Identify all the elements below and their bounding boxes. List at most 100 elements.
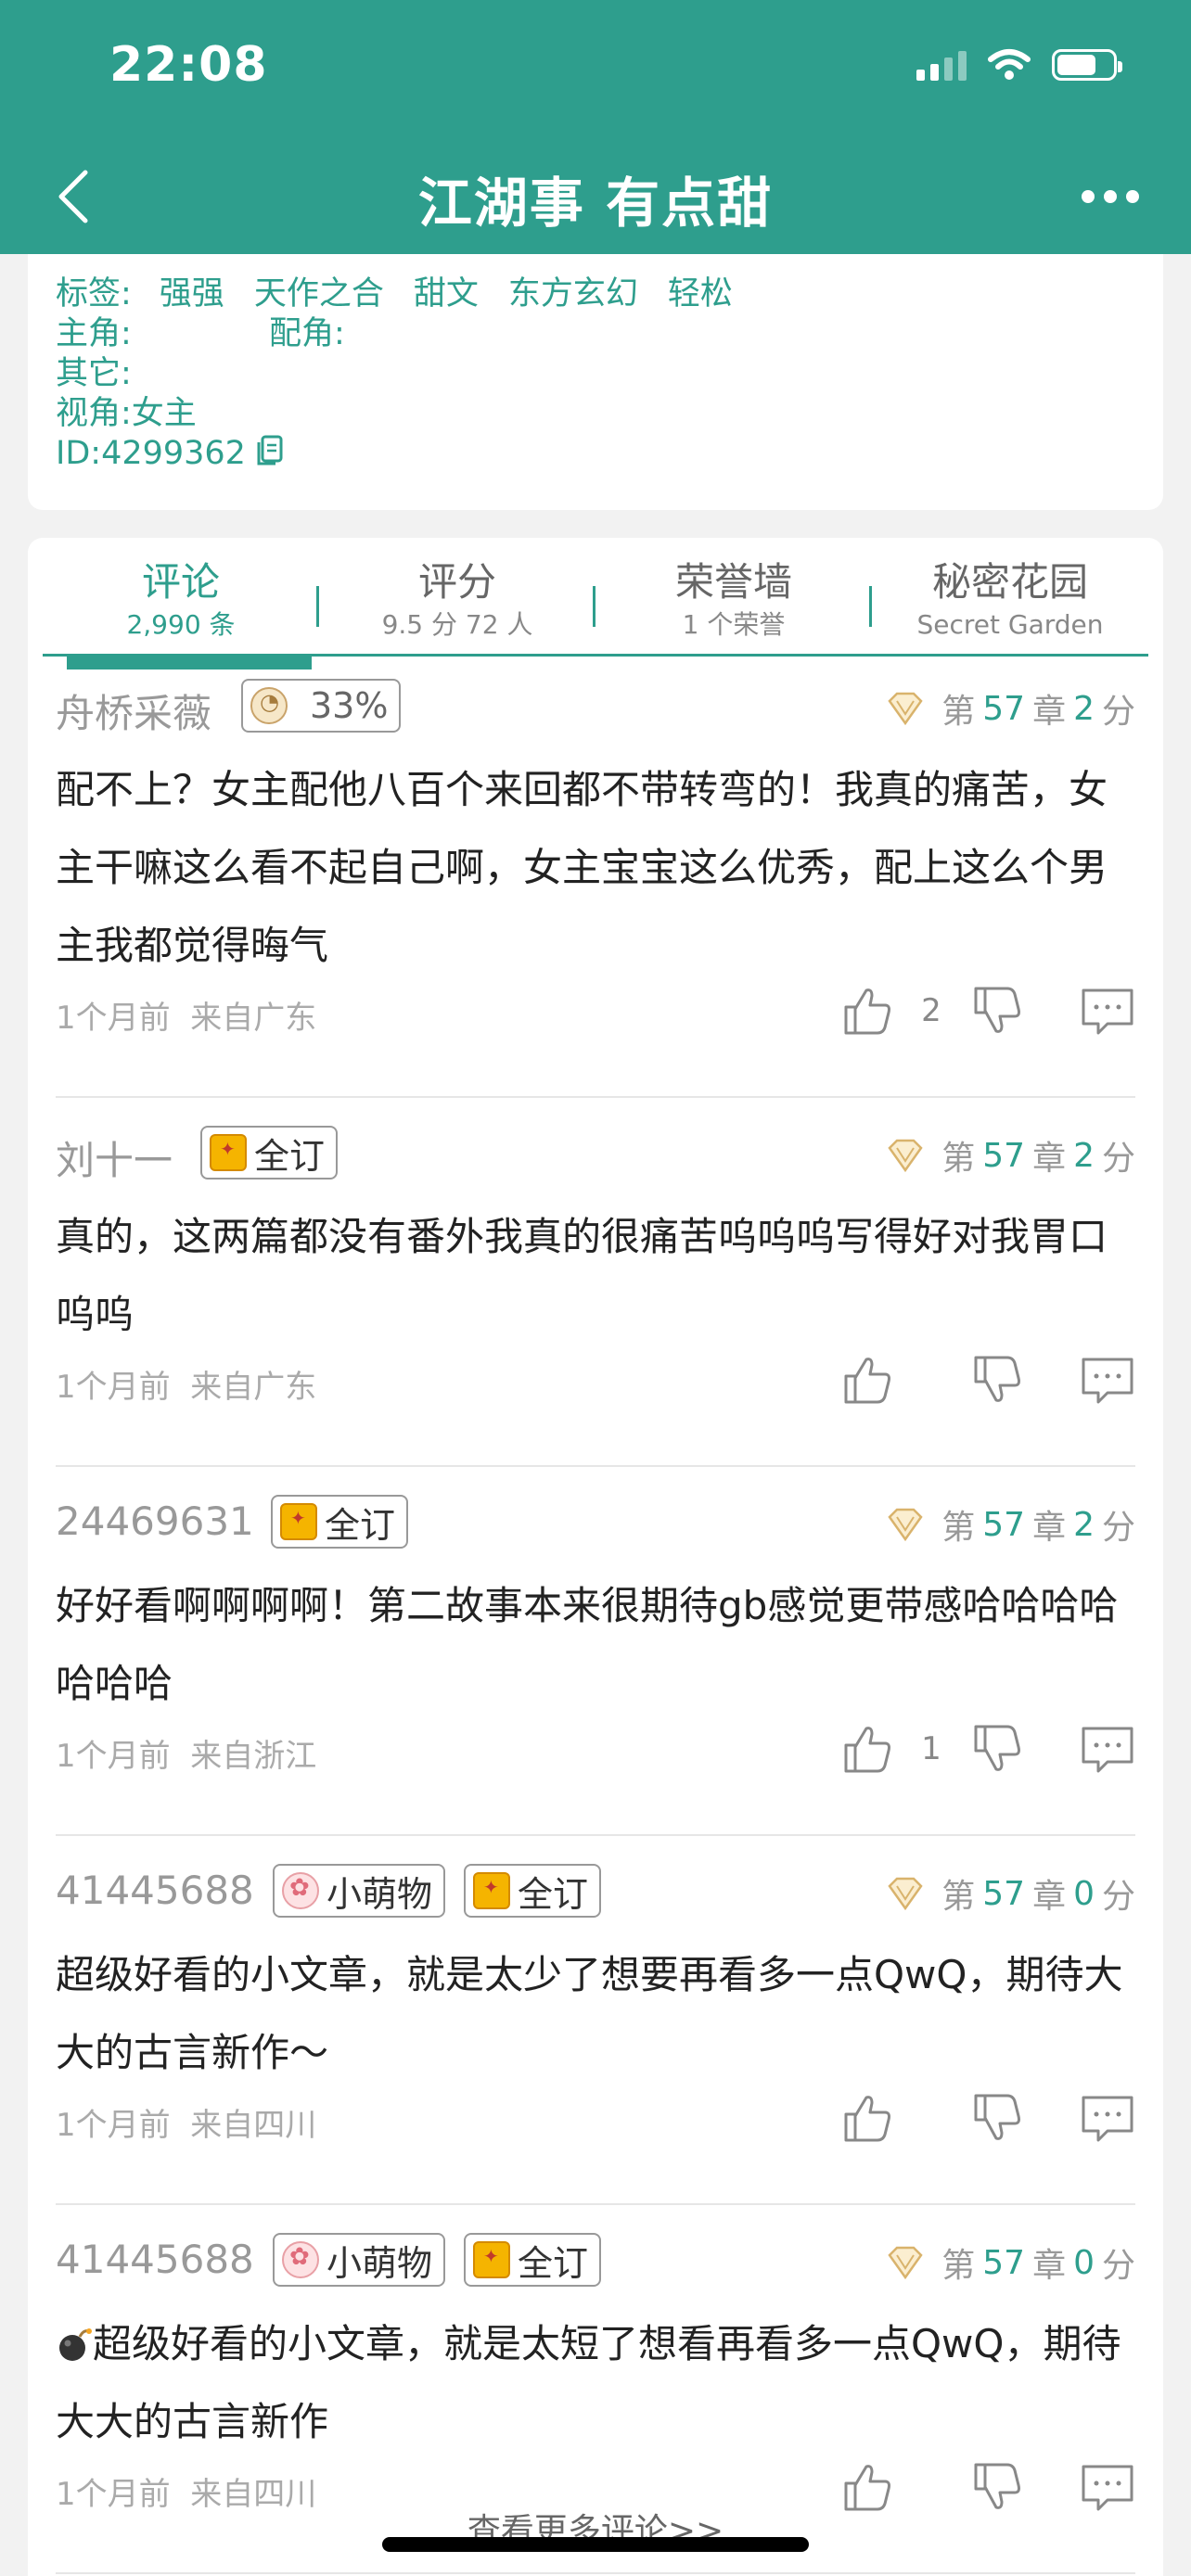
thumbs-up-icon[interactable] — [839, 2090, 894, 2146]
tab-sub: Secret Garden — [916, 609, 1104, 640]
chapter-prefix: 第 — [941, 1140, 976, 1178]
badge-text: 小萌物 — [327, 1873, 433, 1915]
tab-comments[interactable]: 评论 2,990 条 — [43, 547, 319, 654]
comment-item: 41445688 小萌物 全订 第 57 章 0 分 超级好 — [56, 1862, 1135, 2205]
chapter-prefix: 第 — [941, 693, 976, 731]
diamond-icon — [888, 2246, 923, 2280]
comment-score: 2 — [1073, 689, 1095, 728]
comment-time: 1个月前 — [56, 1738, 171, 1775]
reply-icon[interactable] — [1080, 1352, 1135, 1408]
tag-item[interactable]: 天作之合 — [254, 274, 384, 314]
thumbs-up-icon[interactable] — [839, 983, 894, 1039]
comment-item: 24469631 全订 第 57 章 2 分 好好看啊啊啊啊！第二故事本来很期待… — [56, 1493, 1135, 1836]
comment-body[interactable]: 超级好看的小文章，就是太短了想看再看多一点QwQ，期待大大的古言新作 — [56, 2300, 1135, 2455]
thumbs-down-icon[interactable] — [968, 1352, 1024, 1408]
protagonist-label: 主角: — [56, 315, 132, 352]
tab-sub: 1 个荣誉 — [682, 609, 786, 640]
more-options-icon[interactable] — [1082, 180, 1146, 213]
tag-item[interactable]: 强强 — [160, 274, 224, 314]
thumbs-down-icon[interactable] — [968, 983, 1024, 1039]
score-suffix: 分 — [1101, 1509, 1135, 1547]
comment-time-location: 1个月前 来自浙江 — [56, 1730, 316, 1776]
comment-score: 2 — [1073, 1505, 1095, 1544]
tab-sub: 2,990 条 — [126, 609, 236, 640]
badge-text: 全订 — [518, 2242, 589, 2284]
comment-username[interactable]: 41445688 — [56, 2237, 254, 2282]
comment-text[interactable]: 配不上？女主配他八百个来回都不带转弯的！我真的痛苦，女主干嘛这么看不起自己啊，女… — [56, 746, 1135, 979]
score-suffix: 分 — [1101, 2247, 1135, 2285]
comment-chapter-info: 第 57 章 2 分 — [886, 684, 1135, 733]
comments-card: 评论 2,990 条 评分 9.5 分 72 人 荣誉墙 1 个荣誉 秘密花园 … — [28, 538, 1163, 2576]
comment-score: 0 — [1073, 1874, 1095, 1913]
user-badge[interactable]: 小萌物 — [273, 1864, 446, 1918]
comment-location: 来自广东 — [190, 1369, 317, 1406]
comment-username[interactable]: 41445688 — [56, 1868, 254, 1913]
score-suffix: 分 — [1101, 1878, 1135, 1916]
diamond-icon — [888, 692, 923, 726]
thumbs-up-icon[interactable] — [839, 1352, 894, 1408]
comment-chapter-info: 第 57 章 0 分 — [886, 1869, 1135, 1918]
badge-text: 全订 — [254, 1135, 326, 1177]
comment-header: 刘十一 全订 第 57 章 2 分 — [56, 1124, 1135, 1192]
reply-icon[interactable] — [1080, 1721, 1135, 1777]
comment-actions — [839, 1352, 1135, 1408]
reply-icon[interactable] — [1080, 983, 1135, 1039]
chapter-prefix: 第 — [941, 1509, 976, 1547]
chapter-number: 57 — [982, 1505, 1026, 1544]
comment-header: 41445688 小萌物 全订 第 57 章 0 分 — [56, 2231, 1135, 2300]
comment-footer: 1个月前 来自广东 2 — [56, 979, 1135, 1061]
comment-location: 来自浙江 — [190, 1738, 317, 1775]
comment-username[interactable]: 舟桥采薇 — [56, 682, 211, 739]
home-indicator[interactable] — [382, 2537, 809, 2552]
score-suffix: 分 — [1101, 1140, 1135, 1178]
thumbs-up-icon[interactable] — [839, 1721, 894, 1777]
comment-text[interactable]: 超级好看的小文章，就是太少了想要再看多一点QwQ，期待大大的古言新作～ — [56, 1931, 1135, 2086]
user-badge[interactable]: 33% — [241, 679, 402, 733]
tab-label: 评分 — [417, 559, 496, 605]
id-row: ID:4299362 — [56, 434, 1135, 474]
comment-item: 刘十一 全订 第 57 章 2 分 真的，这两篇都没有番外我真的很痛苦呜呜呜写得… — [56, 1124, 1135, 1467]
reply-icon[interactable] — [1080, 2090, 1135, 2146]
diamond-icon — [888, 1139, 923, 1173]
comment-score: 0 — [1073, 2243, 1095, 2282]
page-title: 江湖事 有点甜 — [417, 172, 774, 235]
user-badge[interactable]: 全订 — [464, 2233, 602, 2287]
comment-actions: 1 — [839, 1721, 1135, 1777]
user-badge[interactable]: 全订 — [271, 1495, 409, 1549]
tab-secret-garden[interactable]: 秘密花园 Secret Garden — [872, 547, 1148, 654]
user-badge[interactable]: 小萌物 — [273, 2233, 446, 2287]
comment-location: 来自四川 — [190, 2107, 317, 2144]
copy-icon[interactable] — [255, 434, 285, 467]
tag-item[interactable]: 东方玄幻 — [508, 274, 638, 314]
tag-item[interactable]: 甜文 — [414, 274, 479, 314]
comment-list: 舟桥采薇 33% 第 57 章 2 分 配不上？女主配他八百个来回都不带转弯的！… — [56, 677, 1135, 2574]
diamond-icon — [888, 1877, 923, 1911]
tab-honor-wall[interactable]: 荣誉墙 1 个荣誉 — [596, 547, 872, 654]
chapter-number: 57 — [982, 1874, 1026, 1913]
comment-username[interactable]: 24469631 — [56, 1498, 254, 1544]
comment-time-location: 1个月前 来自广东 — [56, 992, 316, 1038]
tab-label: 秘密花园 — [931, 559, 1088, 605]
thumbs-down-icon[interactable] — [968, 2090, 1024, 2146]
bomb-emoji-icon — [59, 2327, 92, 2361]
comment-username[interactable]: 刘十一 — [56, 1129, 173, 1186]
tab-rating[interactable]: 评分 9.5 分 72 人 — [319, 547, 596, 654]
comment-actions — [839, 2090, 1135, 2146]
cellular-signal-icon — [916, 49, 967, 81]
comment-footer: 1个月前 来自浙江 1 — [56, 1717, 1135, 1799]
wifi-icon — [988, 49, 1031, 80]
status-time: 22:08 — [109, 37, 268, 93]
status-icons — [916, 48, 1122, 82]
user-badge[interactable]: 全订 — [200, 1126, 339, 1180]
comment-time: 1个月前 — [56, 2107, 171, 2144]
user-badge[interactable]: 全订 — [464, 1864, 602, 1918]
tag-item[interactable]: 轻松 — [668, 274, 733, 314]
comment-time: 1个月前 — [56, 1369, 171, 1406]
comment-text[interactable]: 真的，这两篇都没有番外我真的很痛苦呜呜呜写得好对我胃口呜呜 — [56, 1192, 1135, 1348]
thumbs-down-icon[interactable] — [968, 1721, 1024, 1777]
roles-row: 主角: 配角: — [56, 314, 1135, 354]
subscribe-icon — [473, 1872, 510, 1909]
chapter-suffix: 章 — [1032, 1140, 1067, 1178]
comment-text[interactable]: 好好看啊啊啊啊！第二故事本来很期待gb感觉更带感哈哈哈哈哈哈哈 — [56, 1562, 1135, 1717]
paw-icon — [282, 2241, 319, 2278]
